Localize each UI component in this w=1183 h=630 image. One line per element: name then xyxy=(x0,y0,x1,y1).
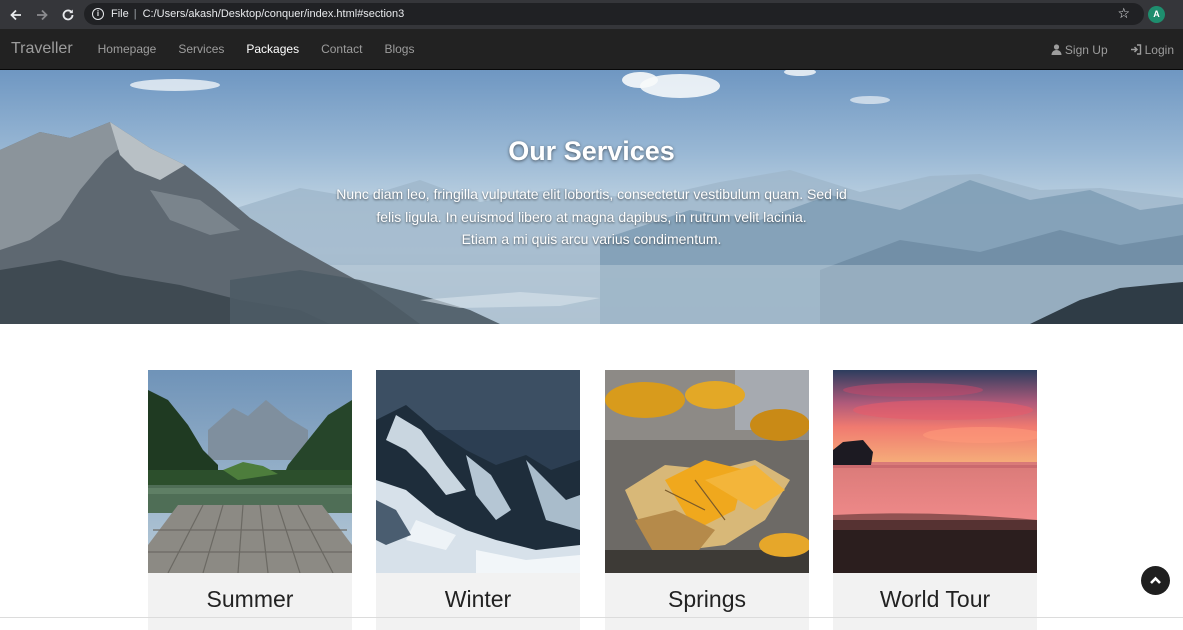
nav-link-homepage[interactable]: Homepage xyxy=(87,42,168,56)
package-card-springs[interactable]: Springs xyxy=(605,370,809,630)
summer-lake-image xyxy=(148,370,352,573)
nav-link-services[interactable]: Services xyxy=(167,42,235,56)
nav-link-blogs[interactable]: Blogs xyxy=(373,42,425,56)
hero-description: Nunc diam leo, fringilla vulputate elit … xyxy=(300,183,883,251)
nav-link-packages[interactable]: Packages xyxy=(235,42,310,56)
package-label: Winter xyxy=(444,586,512,612)
package-card-summer[interactable]: Summer xyxy=(148,370,352,630)
url-scheme: File xyxy=(111,8,129,20)
url-text[interactable]: C:/Users/akash/Desktop/conquer/index.htm… xyxy=(143,8,405,20)
nav-right: Sign Up Login xyxy=(1029,29,1174,70)
login-link[interactable]: Login xyxy=(1108,43,1174,57)
forward-arrow-icon[interactable] xyxy=(30,3,54,27)
user-icon xyxy=(1051,44,1062,55)
back-to-top-button[interactable] xyxy=(1141,566,1170,595)
package-card-world-tour[interactable]: World Tour xyxy=(833,370,1037,630)
nav-link-contact[interactable]: Contact xyxy=(310,42,373,56)
package-label: World Tour xyxy=(879,586,991,612)
profile-avatar[interactable]: A xyxy=(1148,6,1165,23)
package-card-winter[interactable]: Winter xyxy=(376,370,580,630)
package-label: Summer xyxy=(206,586,294,612)
brand-logo[interactable]: Traveller xyxy=(11,40,73,58)
address-bar[interactable]: i File | C:/Users/akash/Desktop/conquer/… xyxy=(84,3,1144,25)
signup-label: Sign Up xyxy=(1064,42,1108,57)
login-icon xyxy=(1130,44,1141,55)
star-icon[interactable]: ☆ xyxy=(1117,5,1130,22)
site-navbar: Traveller Homepage Services Packages Con… xyxy=(0,29,1183,70)
reload-icon[interactable] xyxy=(56,3,80,27)
hero-banner: Our Services Nunc diam leo, fringilla vu… xyxy=(0,70,1183,324)
hero-text-line: Nunc diam leo, fringilla vulputate elit … xyxy=(336,186,847,202)
login-label: Login xyxy=(1144,42,1174,57)
hero-text-line: felis ligula. In euismod libero at magna… xyxy=(376,208,807,225)
signup-link[interactable]: Sign Up xyxy=(1029,43,1108,57)
winter-mountain-image xyxy=(376,370,580,573)
sunset-beach-image xyxy=(833,370,1037,573)
hero-title: Our Services xyxy=(508,136,675,166)
info-icon[interactable]: i xyxy=(92,8,104,20)
package-cards: Summer Winter Springs World Tour xyxy=(148,370,1038,630)
autumn-leaves-image xyxy=(605,370,809,573)
back-arrow-icon[interactable] xyxy=(4,3,28,27)
chevron-up-icon xyxy=(1150,576,1161,584)
package-label: Springs xyxy=(668,586,746,612)
url-separator: | xyxy=(133,8,137,20)
hero-text-line: Etiam a mi quis arcu varius condimentum. xyxy=(461,231,722,247)
browser-toolbar: i File | C:/Users/akash/Desktop/conquer/… xyxy=(0,0,1183,29)
